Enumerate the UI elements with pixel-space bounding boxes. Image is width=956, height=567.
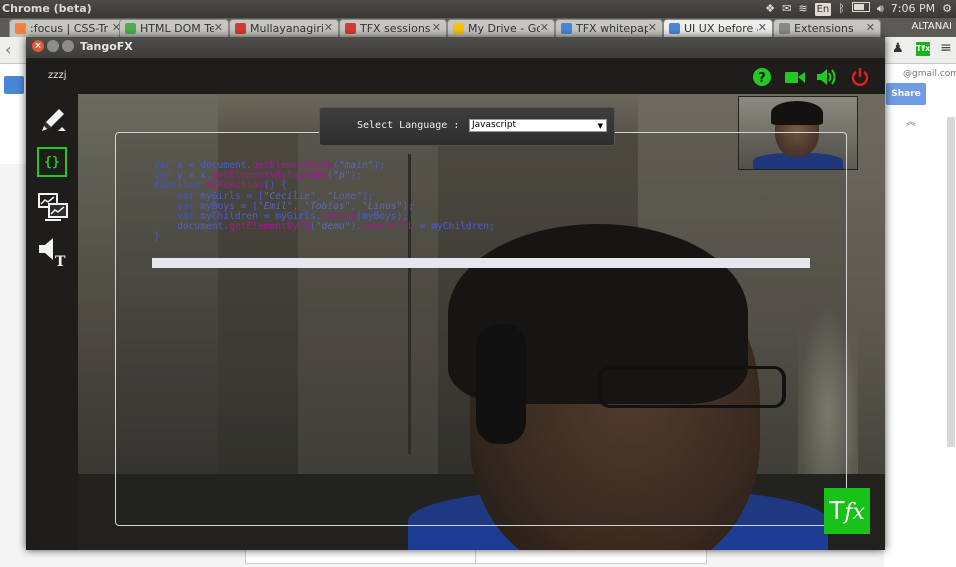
tab-label: HTML DOM Te (140, 22, 216, 35)
tab-favicon-icon (345, 23, 356, 34)
tangofx-content: zzzj {} T ? var x = document.getElementB… (26, 58, 885, 550)
dropbox-icon[interactable]: ❖ (765, 1, 775, 17)
tab-close-icon[interactable]: ✕ (213, 21, 223, 34)
tab-label: Extensions (794, 22, 854, 35)
account-email[interactable]: @gmail.com (903, 69, 956, 79)
maximize-window-icon[interactable] (62, 40, 74, 52)
tab-label: TFX whitepap (576, 22, 651, 35)
power-end-call-icon[interactable] (850, 67, 870, 87)
tab-favicon-icon (235, 23, 246, 34)
settings-gear-icon[interactable]: ⚙ (942, 1, 952, 17)
close-window-icon[interactable]: × (32, 40, 44, 52)
code-editor-icon[interactable]: {} (37, 147, 67, 177)
tab-favicon-icon (561, 23, 572, 34)
os-app-title: Chrome (beta) (2, 2, 92, 15)
window-titlebar[interactable]: × TangoFX (26, 37, 885, 58)
volume-icon[interactable]: 🔊︎ (877, 1, 884, 17)
speaker-icon[interactable] (816, 67, 836, 87)
tab-close-icon[interactable]: ✕ (757, 21, 767, 34)
browser-tab[interactable]: :focus | CSS-Tr ✕ (9, 19, 127, 37)
language-selector-bar: Select Language : Javascript ▼ (319, 107, 615, 146)
language-select-value: Javascript (472, 120, 517, 130)
wifi-icon[interactable]: ≋ (798, 1, 807, 17)
mail-icon[interactable]: ✉ (782, 1, 791, 17)
tab-favicon-icon (669, 23, 680, 34)
svg-text:?: ? (758, 71, 766, 86)
logo-t: T (829, 496, 845, 525)
tab-label: Mullayanagiri (250, 22, 324, 35)
browser-tab[interactable]: My Drive - Goo ✕ (447, 19, 555, 37)
tab-favicon-icon (453, 23, 464, 34)
language-select[interactable]: Javascript ▼ (469, 119, 607, 132)
minimize-window-icon[interactable] (47, 40, 59, 52)
dropdown-arrow-icon: ▼ (597, 122, 603, 130)
os-top-panel: Chrome (beta) ❖ ✉ ≋ En ᛒ 🔊︎ 7:06 PM ⚙ (0, 0, 956, 18)
tab-label: UI UX before a (684, 22, 764, 35)
docs-sidebar (0, 64, 28, 164)
svg-text:T: T (55, 254, 66, 267)
profile-name[interactable]: ALTANAI (912, 21, 952, 32)
tab-close-icon[interactable]: ✕ (865, 21, 875, 34)
tab-label: TFX sessions c (360, 22, 441, 35)
tfx-extension-icon[interactable]: Tfx (916, 42, 930, 56)
tab-close-icon[interactable]: ✕ (539, 21, 549, 34)
browser-tab[interactable]: TFX sessions c ✕ (339, 19, 447, 37)
back-button[interactable]: ‹ (5, 40, 11, 59)
help-icon[interactable]: ? (752, 67, 772, 87)
current-line-highlight (152, 258, 810, 268)
clock[interactable]: 7:06 PM (891, 1, 935, 17)
video-camera-icon[interactable] (784, 67, 805, 87)
tab-close-icon[interactable]: ✕ (323, 21, 333, 34)
battery-icon[interactable] (851, 1, 870, 17)
bluetooth-icon[interactable]: ᛒ (838, 1, 845, 17)
code-content[interactable]: var x = document.getElementById("main");… (154, 160, 495, 243)
tab-favicon-icon (779, 23, 790, 34)
collapse-chevron-icon[interactable]: ︽ (906, 113, 916, 128)
code-editor-panel[interactable]: var x = document.getElementById("main");… (115, 132, 847, 526)
extension-icon[interactable]: ♟ (892, 41, 904, 56)
username: zzzj (48, 70, 67, 81)
browser-tab[interactable]: TFX whitepap ✕ (555, 19, 663, 37)
tab-label: My Drive - Goo (468, 22, 550, 35)
browser-menu-icon[interactable]: ≡ (940, 40, 952, 56)
code-line: } (154, 231, 160, 243)
tab-label: :focus | CSS-Tr (30, 22, 108, 35)
window-title: TangoFX (80, 40, 133, 53)
browser-tab[interactable]: Extensions ✕ (773, 19, 881, 37)
tab-close-icon[interactable]: ✕ (431, 21, 441, 34)
logo-fx: fx (844, 500, 865, 525)
browser-tab-strip: :focus | CSS-Tr ✕ HTML DOM Te ✕ Mullayan… (0, 18, 956, 37)
docs-right-area (884, 64, 956, 567)
docs-icon[interactable] (4, 76, 24, 94)
browser-tab[interactable]: HTML DOM Te ✕ (119, 19, 229, 37)
pencil-icon[interactable] (36, 103, 70, 137)
code-line: document.getElementById("demo").innerHTM… (154, 221, 495, 233)
share-button[interactable]: Share (886, 83, 926, 105)
text-to-speech-icon[interactable]: T (36, 234, 70, 268)
tab-favicon-icon (125, 23, 136, 34)
tfx-logo: Tfx (824, 488, 870, 534)
browser-tab[interactable]: Mullayanagiri ✕ (229, 19, 339, 37)
language-label: Select Language : (357, 120, 460, 131)
tab-close-icon[interactable]: ✕ (647, 21, 657, 34)
os-indicators: ❖ ✉ ≋ En ᛒ 🔊︎ 7:06 PM ⚙ (765, 1, 952, 17)
scrollbar[interactable] (947, 117, 955, 447)
browser-tab-active[interactable]: UI UX before a ✕ (663, 19, 773, 37)
tab-favicon-icon (15, 23, 26, 34)
screen-share-icon[interactable] (36, 190, 70, 224)
keyboard-language-indicator[interactable]: En (814, 2, 832, 16)
tangofx-window: × TangoFX zzzj {} T ? var x = document.g… (26, 37, 885, 550)
